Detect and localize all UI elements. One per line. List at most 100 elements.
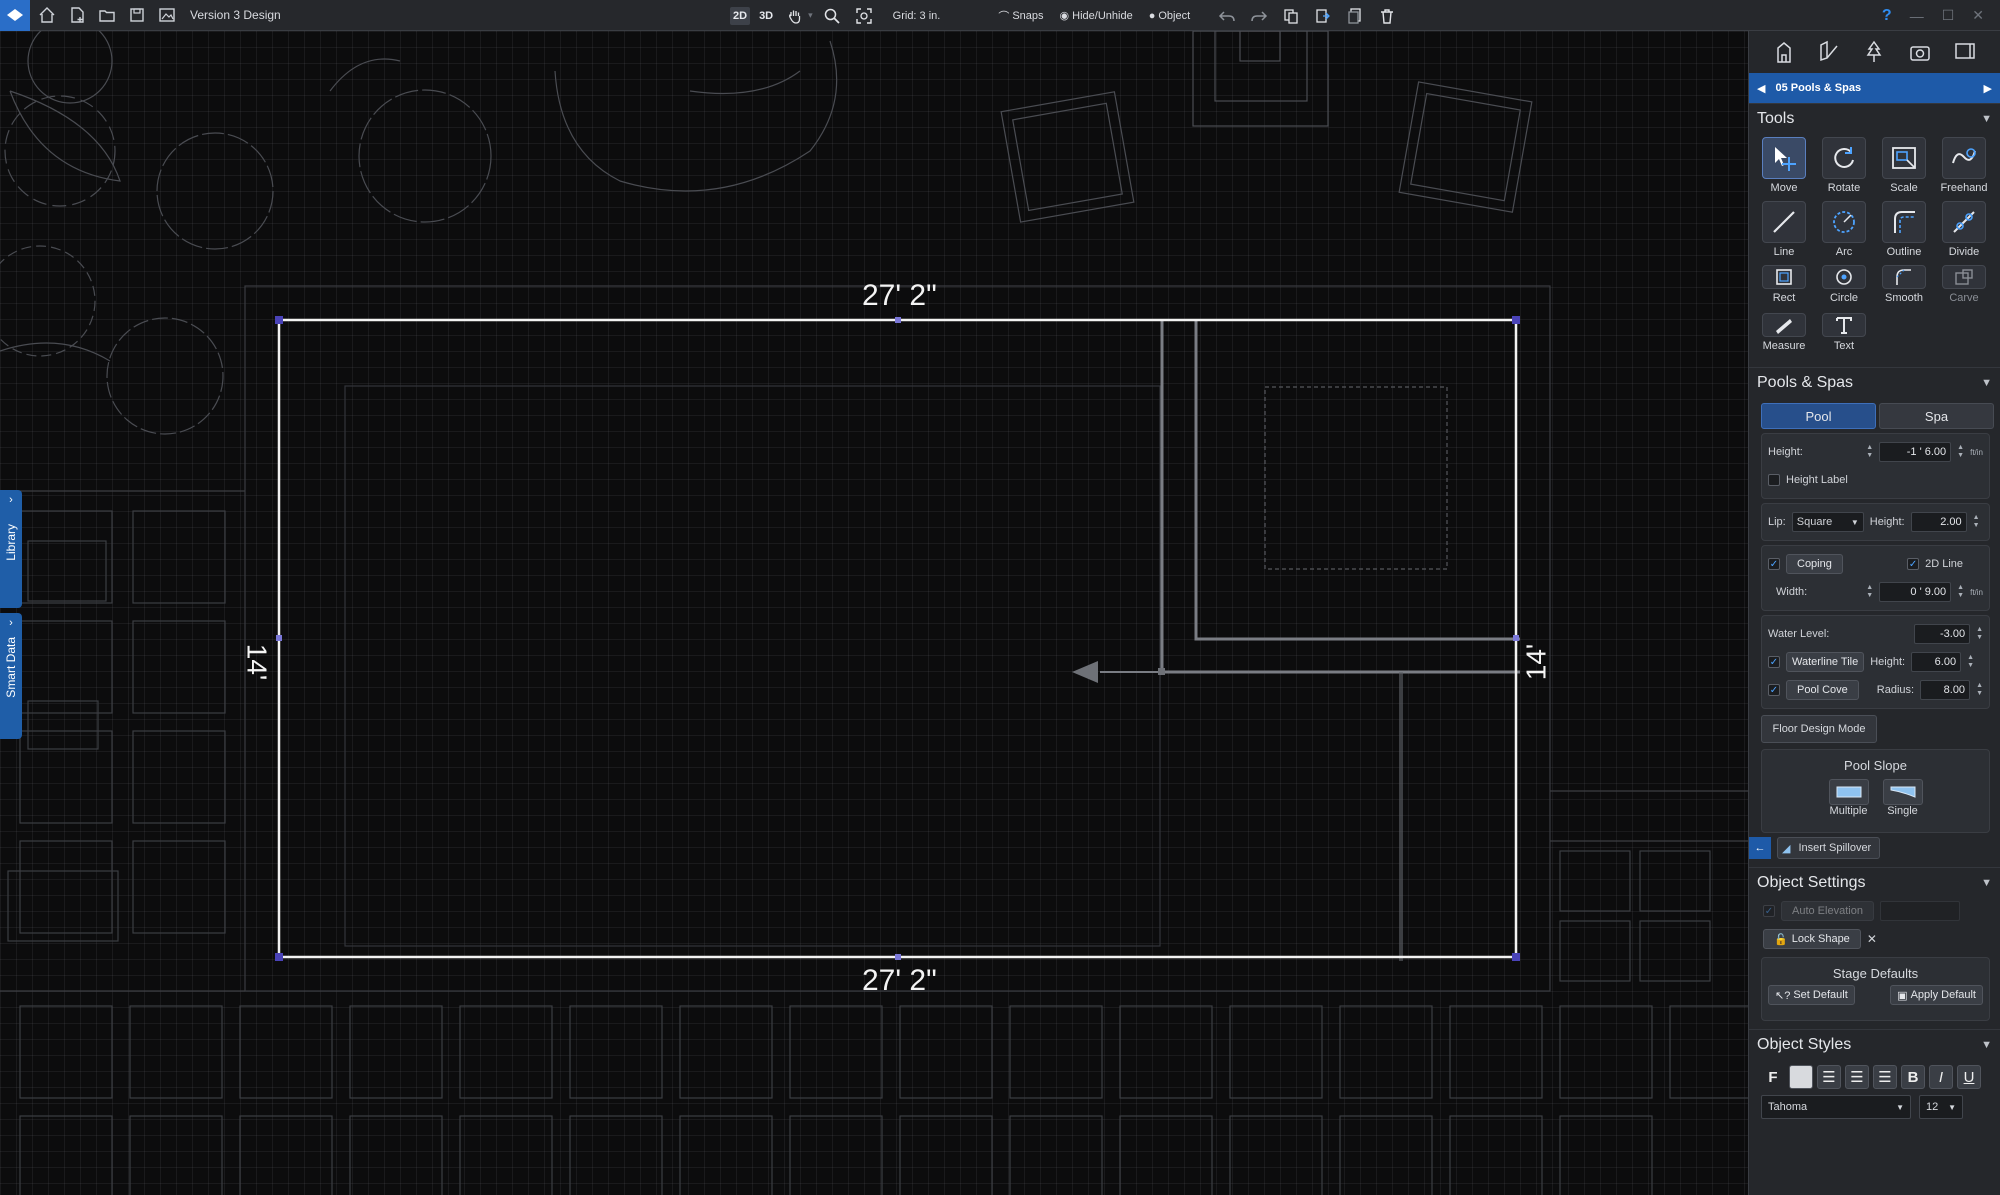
snaps-toggle[interactable]: ⌒ Snaps [998, 8, 1043, 24]
coping-width-input[interactable]: 0 ' 9.00 [1879, 582, 1952, 602]
object-styles-header[interactable]: Object Styles ▼ [1749, 1029, 2000, 1059]
spinner-arrows-icon[interactable]: ▲ ▼ [1967, 654, 1974, 670]
redo-icon[interactable] [1246, 4, 1272, 28]
design-canvas[interactable]: 27' 2" 27' 2" 14' 14' [0, 31, 1748, 1195]
font-size-select[interactable]: 12 ▼ [1919, 1095, 1963, 1119]
smart-data-tab[interactable]: › Smart Data [0, 613, 22, 739]
home-icon[interactable] [34, 3, 60, 27]
close-icon[interactable]: ✕ [1867, 932, 1877, 946]
slope-single-button[interactable]: Single [1882, 779, 1923, 817]
camera-icon[interactable] [1908, 40, 1932, 64]
zoom-icon[interactable] [819, 4, 845, 28]
tool-move[interactable]: Move [1755, 137, 1813, 199]
open-folder-icon[interactable] [94, 3, 120, 27]
lock-shape-button[interactable]: 🔓 Lock Shape [1763, 929, 1861, 949]
tool-outline[interactable]: Outline [1875, 201, 1933, 263]
app-logo[interactable] [0, 0, 30, 31]
2d-line-checkbox[interactable]: ✓ [1907, 558, 1920, 570]
apply-default-button[interactable]: ▣ Apply Default [1890, 985, 1983, 1005]
tool-line[interactable]: Line [1755, 201, 1813, 263]
coping-checkbox[interactable]: ✓ [1768, 558, 1780, 570]
pool-tab[interactable]: Pool [1761, 403, 1876, 429]
waterline-height-input[interactable]: 6.00 [1911, 652, 1962, 672]
insert-spillover-button[interactable]: ◢ Insert Spillover [1777, 837, 1881, 859]
tree-icon[interactable] [1862, 40, 1886, 64]
spinner-arrows-icon[interactable]: ▲ ▼ [1957, 584, 1964, 600]
view-2d-button[interactable]: 2D [730, 6, 751, 25]
tool-smooth[interactable]: Smooth [1875, 265, 1933, 311]
spinner-arrows-icon[interactable]: ▲ ▼ [1976, 626, 1983, 642]
maximize-icon[interactable]: ☐ [1942, 7, 1955, 24]
library-tab[interactable]: › Library [0, 490, 22, 608]
pan-hand-icon[interactable] [782, 4, 808, 28]
duplicate-icon[interactable] [1342, 4, 1368, 28]
tool-arc[interactable]: Arc [1815, 201, 1873, 263]
plan-edit-icon[interactable] [1817, 40, 1841, 64]
trash-icon[interactable] [1374, 4, 1400, 28]
spinner-arrows-icon[interactable]: ▲ ▼ [1957, 444, 1964, 460]
stage-selector[interactable]: ◀ 05 Pools & Spas ▶ [1749, 73, 2000, 103]
tool-rotate[interactable]: Rotate [1815, 137, 1873, 199]
bold-button[interactable]: B [1901, 1065, 1925, 1089]
copy-icon[interactable] [1278, 4, 1304, 28]
tool-circle[interactable]: Circle [1815, 265, 1873, 311]
set-default-button[interactable]: ↖? Set Default [1768, 985, 1855, 1005]
align-center-icon[interactable]: ☰ [1845, 1065, 1869, 1089]
align-left-icon[interactable]: ☰ [1817, 1065, 1841, 1089]
presentation-icon[interactable] [1953, 40, 1977, 64]
zoom-extents-icon[interactable] [851, 4, 877, 28]
auto-elevation-checkbox[interactable]: ✓ [1763, 905, 1775, 917]
spinner-arrows-icon[interactable]: ▲ ▼ [1973, 514, 1980, 530]
fill-color-swatch[interactable] [1789, 1065, 1813, 1089]
help-button[interactable]: ? [1882, 7, 1892, 25]
tool-carve[interactable]: Carve [1935, 265, 1993, 311]
minimize-icon[interactable]: — [1910, 8, 1924, 24]
paste-icon[interactable] [1310, 4, 1336, 28]
undo-icon[interactable] [1214, 4, 1240, 28]
stage-next-icon[interactable]: ▶ [1984, 82, 1992, 95]
grid-setting[interactable]: Grid: 3 in. [893, 10, 941, 22]
tool-scale[interactable]: Scale [1875, 137, 1933, 199]
tool-freehand[interactable]: Freehand [1935, 137, 1993, 199]
image-icon[interactable] [154, 3, 180, 27]
spa-tab[interactable]: Spa [1879, 403, 1994, 429]
lip-height-input[interactable]: 2.00 [1910, 512, 1967, 532]
object-settings-header[interactable]: Object Settings ▼ [1749, 867, 2000, 897]
tool-text[interactable]: Text [1815, 313, 1873, 359]
object-toggle[interactable]: ● Object [1149, 10, 1190, 22]
pools-section-header[interactable]: Pools & Spas ▼ [1749, 367, 2000, 397]
font-family-select[interactable]: Tahoma ▼ [1761, 1095, 1911, 1119]
italic-button[interactable]: I [1929, 1065, 1953, 1089]
height-label-checkbox[interactable] [1768, 474, 1780, 486]
close-icon[interactable]: ✕ [1972, 7, 1984, 24]
auto-elevation-button[interactable]: Auto Elevation [1781, 901, 1874, 921]
elevation-input[interactable] [1879, 901, 1960, 921]
tool-divide[interactable]: Divide [1935, 201, 1993, 263]
spinner-arrows-icon[interactable]: ▲ ▼ [1866, 584, 1873, 600]
new-file-icon[interactable] [64, 3, 90, 27]
spinner-arrows-icon[interactable]: ▲ ▼ [1976, 682, 1983, 698]
tool-measure[interactable]: Measure [1755, 313, 1813, 359]
chevron-down-icon[interactable]: ▾ [808, 10, 813, 21]
coping-button[interactable]: Coping [1786, 554, 1843, 574]
waterline-tile-button[interactable]: Waterline Tile [1786, 652, 1865, 672]
floor-design-mode-button[interactable]: Floor Design Mode [1761, 715, 1877, 743]
tool-rect[interactable]: Rect [1755, 265, 1813, 311]
save-icon[interactable] [124, 3, 150, 27]
back-arrow-icon[interactable]: ← [1749, 837, 1771, 859]
lip-select[interactable]: Square ▼ [1791, 512, 1864, 532]
hide-unhide-toggle[interactable]: ◉ Hide/Unhide [1060, 9, 1133, 23]
view-3d-button[interactable]: 3D [756, 7, 776, 25]
align-right-icon[interactable]: ☰ [1873, 1065, 1897, 1089]
cove-radius-input[interactable]: 8.00 [1920, 680, 1971, 700]
waterline-tile-checkbox[interactable]: ✓ [1768, 656, 1780, 668]
water-level-input[interactable]: -3.00 [1914, 624, 1971, 644]
stage-prev-icon[interactable]: ◀ [1757, 82, 1765, 95]
spinner-arrows-icon[interactable]: ▲ ▼ [1866, 444, 1873, 460]
underline-button[interactable]: U [1957, 1065, 1981, 1089]
tools-section-header[interactable]: Tools ▼ [1749, 103, 2000, 133]
slope-multiple-button[interactable]: Multiple [1828, 779, 1869, 817]
pool-cove-button[interactable]: Pool Cove [1786, 680, 1859, 700]
pool-height-input[interactable]: -1 ' 6.00 [1879, 442, 1952, 462]
pool-cove-checkbox[interactable]: ✓ [1768, 684, 1780, 696]
